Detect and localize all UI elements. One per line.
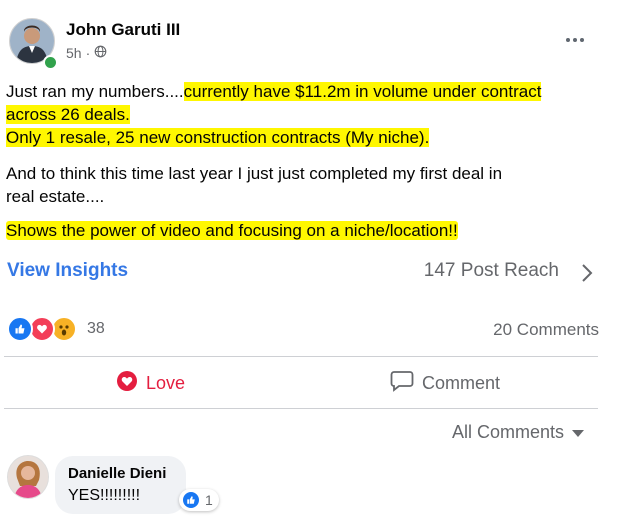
reactions-count: 38 xyxy=(87,320,105,337)
comments-filter-dropdown[interactable]: All Comments xyxy=(452,422,585,443)
divider xyxy=(4,356,598,357)
comment-label: Comment xyxy=(422,372,501,393)
divider xyxy=(4,408,598,409)
globe-icon xyxy=(94,45,107,61)
post-text-highlight: across 26 deals. xyxy=(6,105,130,124)
post-reach[interactable]: 147 Post Reach xyxy=(424,260,559,282)
post-text-line-6: Shows the power of video and focusing on… xyxy=(6,219,606,242)
author-name[interactable]: John Garuti III xyxy=(66,20,180,40)
comments-filter-label: All Comments xyxy=(452,422,565,442)
post-time[interactable]: 5h xyxy=(66,45,82,61)
like-reaction-icon xyxy=(181,490,201,510)
commenter-avatar[interactable] xyxy=(7,455,49,499)
more-options-icon[interactable] xyxy=(563,30,587,50)
post-card: John Garuti III 5h · Just ran my numbers… xyxy=(0,0,619,522)
post-text-line-2: across 26 deals. xyxy=(6,103,606,126)
post-text-highlight: Shows the power of video and focusing on… xyxy=(6,221,458,240)
commenter-name[interactable]: Danielle Dieni xyxy=(68,465,166,482)
post-text-line-3: Only 1 resale, 25 new construction contr… xyxy=(6,126,606,149)
comment-like-count: 1 xyxy=(205,492,213,508)
caret-down-icon xyxy=(572,422,585,443)
love-button[interactable]: Love xyxy=(116,370,185,396)
love-icon xyxy=(116,370,138,397)
meta-separator: · xyxy=(85,45,91,61)
post-text-highlight: Only 1 resale, 25 new construction contr… xyxy=(6,128,430,147)
comment-icon xyxy=(390,370,414,397)
reactions-summary[interactable]: 38 xyxy=(7,316,105,342)
post-meta: 5h · xyxy=(66,45,107,61)
comments-count[interactable]: 20 Comments xyxy=(493,320,599,340)
chevron-right-icon[interactable] xyxy=(578,262,596,284)
comment-button[interactable]: Comment xyxy=(390,370,500,396)
comment-text: YES!!!!!!!!! xyxy=(68,487,141,504)
post-text-plain: Just ran my numbers.... xyxy=(6,82,184,101)
post-text-line-5: real estate.... xyxy=(6,187,105,206)
comment-reactions[interactable]: 1 xyxy=(179,489,219,511)
love-label: Love xyxy=(146,372,186,393)
online-status-dot xyxy=(43,55,58,70)
post-text-line-1: Just ran my numbers....currently have $1… xyxy=(6,80,606,103)
like-reaction-icon xyxy=(7,316,33,342)
post-text-highlight: currently have $11.2m in volume under co… xyxy=(183,82,542,101)
post-text-line-4: And to think this time last year I just … xyxy=(6,164,503,183)
view-insights-link[interactable]: View Insights xyxy=(7,260,128,282)
